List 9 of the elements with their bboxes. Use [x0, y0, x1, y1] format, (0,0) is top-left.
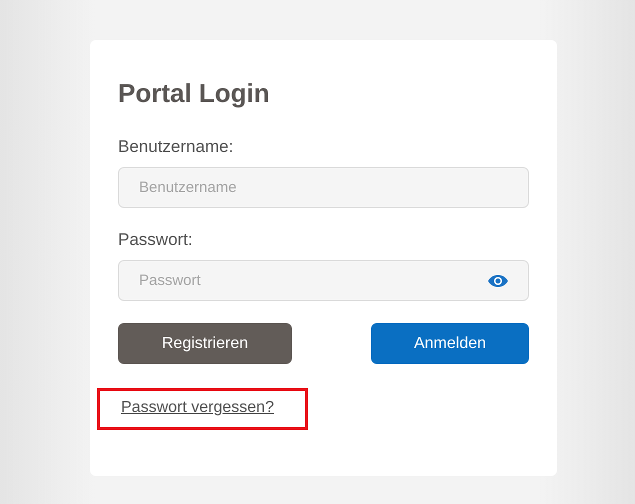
login-title: Portal Login — [118, 78, 270, 109]
login-button[interactable]: Anmelden — [371, 323, 529, 364]
field-label: Benutzername: — [118, 137, 234, 157]
field-label: Passwort: — [118, 230, 193, 250]
register-button[interactable]: Registrieren — [118, 323, 292, 364]
forgot-password-link[interactable]: Passwort vergessen? — [121, 399, 274, 416]
password-field[interactable]: Passwort — [118, 260, 529, 301]
eye-icon[interactable] — [487, 274, 509, 288]
username-field[interactable]: Benutzername — [118, 167, 529, 208]
